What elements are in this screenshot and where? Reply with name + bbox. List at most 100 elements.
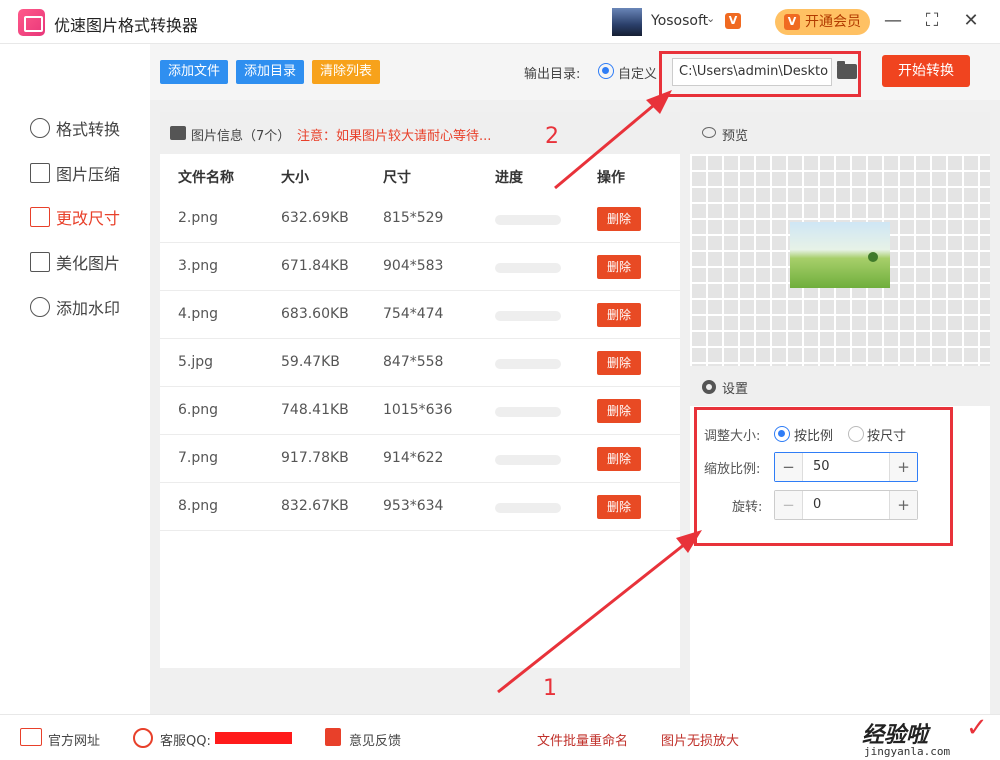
start-convert-button[interactable]: 开始转换 [882,55,970,87]
sidebar-item-label: 添加水印 [56,299,121,318]
clear-list-button[interactable]: 清除列表 [312,60,381,84]
file-size: 683.60KB [281,306,349,322]
watermark-check-icon: ✓ [966,713,988,743]
sidebar-item-watermark[interactable]: 添加水印 [30,295,120,319]
footer-batch-rename-link[interactable]: 文件批量重命名 [537,730,628,749]
image-icon [170,126,186,140]
sidebar: 格式转换 图片压缩 更改尺寸 美化图片 添加水印 [0,44,150,714]
preview-panel: 预览 [690,112,990,366]
progress-bar [495,215,561,225]
support-icon [133,728,153,748]
progress-bar [495,263,561,273]
feedback-icon [325,728,341,746]
maximize-icon[interactable]: ⛶ [919,8,945,34]
delete-button[interactable]: 删除 [597,255,641,279]
file-name: 2.png [178,210,219,226]
progress-bar [495,359,561,369]
delete-button[interactable]: 删除 [597,447,641,471]
annotation-number-1: 1 [543,676,557,701]
delete-button[interactable]: 删除 [597,399,641,423]
compress-icon [30,163,50,183]
file-panel-header: 图片信息（7个） 注意：如果图片较大请耐心等待... [160,112,680,154]
column-header-dims: 尺寸 [383,170,411,186]
preview-title: 预览 [722,129,749,144]
column-header-progress: 进度 [495,170,523,186]
file-dims: 1015*636 [383,402,453,418]
file-list-panel: 图片信息（7个） 注意：如果图片较大请耐心等待... 文件名称 大小 尺寸 进度… [160,112,680,668]
output-dir-label: 输出目录: [524,67,581,82]
file-panel-note: 注意：如果图片较大请耐心等待... [297,129,492,144]
sidebar-item-beautify[interactable]: 美化图片 [30,250,120,274]
sidebar-item-label: 图片压缩 [56,165,121,184]
delete-button[interactable]: 删除 [597,303,641,327]
file-panel-title: 图片信息（7个） [191,129,291,144]
user-name[interactable]: Yososoft [651,13,708,29]
beautify-icon [30,252,50,272]
footer-website-link[interactable]: 官方网址 [48,730,100,749]
table-row: 6.png 748.41KB 1015*636 删除 [160,387,680,435]
redaction-bar [215,732,292,744]
file-dims: 904*583 [383,258,444,274]
close-icon[interactable]: ✕ [958,8,984,34]
vip-icon: V [784,14,800,30]
preview-image [790,222,890,288]
sidebar-item-resize[interactable]: 更改尺寸 [30,205,120,229]
vip-button[interactable]: V 开通会员 [775,9,870,35]
website-icon [20,728,42,746]
preview-header: 预览 [690,112,990,154]
file-name: 5.jpg [178,354,214,370]
column-header-name: 文件名称 [178,170,234,186]
settings-header: 设置 [690,366,990,406]
sidebar-item-compress[interactable]: 图片压缩 [30,161,120,185]
table-row: 4.png 683.60KB 754*474 删除 [160,291,680,339]
delete-button[interactable]: 删除 [597,351,641,375]
resize-icon [30,207,50,227]
delete-button[interactable]: 删除 [597,207,641,231]
app-title: 优速图片格式转换器 [54,16,199,35]
footer-qq-label[interactable]: 客服QQ: [160,730,211,749]
file-dims: 953*634 [383,498,444,514]
progress-bar [495,311,561,321]
file-dims: 754*474 [383,306,444,322]
file-name: 3.png [178,258,219,274]
watermark-sub-text: jingyanla.com [864,745,951,758]
sidebar-item-label: 格式转换 [56,120,121,139]
settings-title: 设置 [722,382,749,397]
file-size: 748.41KB [281,402,349,418]
file-size: 832.67KB [281,498,349,514]
convert-icon [30,118,50,138]
eye-icon [702,127,716,138]
progress-bar [495,503,561,513]
footer-feedback-link[interactable]: 意见反馈 [349,730,401,749]
annotation-box-settings [694,407,953,546]
file-name: 6.png [178,402,219,418]
file-dims: 847*558 [383,354,444,370]
file-dims: 815*529 [383,210,444,226]
progress-bar [495,407,561,417]
file-name: 8.png [178,498,219,514]
file-dims: 914*622 [383,450,444,466]
custom-dir-radio[interactable] [598,63,614,79]
add-folder-button[interactable]: 添加目录 [236,60,305,84]
chevron-down-icon[interactable]: ⌄ [706,12,715,25]
table-row: 7.png 917.78KB 914*622 删除 [160,435,680,483]
toolbar: 添加文件 添加目录 清除列表 输出目录: 自定义 C:\Users\admin\… [150,44,1000,100]
vip-badge-icon: V [725,13,741,29]
file-name: 4.png [178,306,219,322]
delete-button[interactable]: 删除 [597,495,641,519]
file-size: 671.84KB [281,258,349,274]
gear-icon [702,380,716,394]
column-header-action: 操作 [597,170,625,186]
user-avatar[interactable] [612,8,642,36]
vip-button-label: 开通会员 [805,14,861,30]
minimize-icon[interactable]: — [880,8,906,34]
table-row: 2.png 632.69KB 815*529 删除 [160,195,680,243]
footer-lossless-link[interactable]: 图片无损放大 [661,730,739,749]
add-file-button[interactable]: 添加文件 [160,60,229,84]
table-row: 3.png 671.84KB 904*583 删除 [160,243,680,291]
column-header-size: 大小 [281,170,309,186]
file-name: 7.png [178,450,219,466]
title-bar: 优速图片格式转换器 Yososoft ⌄ V V 开通会员 — ⛶ ✕ [0,0,1000,44]
sidebar-item-convert[interactable]: 格式转换 [30,116,120,140]
file-size: 917.78KB [281,450,349,466]
